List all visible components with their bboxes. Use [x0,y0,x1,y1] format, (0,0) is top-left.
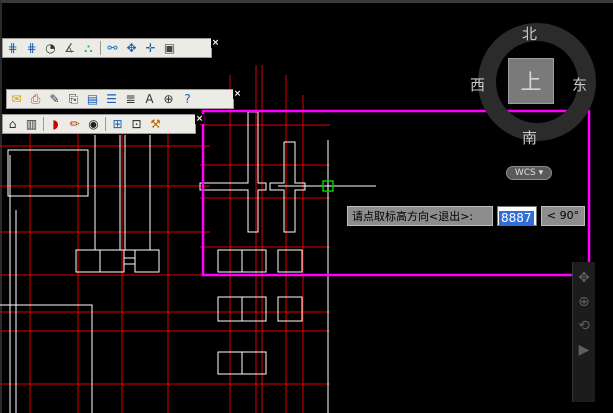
layer-icon[interactable]: ⛬ [80,40,97,57]
clip-icon[interactable]: ⎘ [65,91,82,108]
move-icon[interactable]: ✥ [123,40,140,57]
palette-icon[interactable]: ▣ [161,40,178,57]
toolbar-separator [43,117,44,131]
zoom-nav-icon[interactable]: ⊕ [573,294,595,310]
column-box [277,249,303,273]
showmotion-nav-icon[interactable]: ▶ [573,342,595,358]
toolbar-separator [100,41,101,55]
grid-snap-icon[interactable]: ⋕ [4,40,21,57]
elevation-input-value[interactable]: 8887 [499,211,534,226]
column-outline [94,135,121,251]
table-icon[interactable]: ▤ [84,91,101,108]
close-icon[interactable]: × [195,114,204,124]
compass-south-label[interactable]: 南 [522,127,537,148]
pan-nav-icon[interactable]: ✥ [573,270,595,286]
elevation-input[interactable]: 8887 [497,206,537,226]
orbit-nav-icon[interactable]: ⟲ [573,318,595,334]
text-icon[interactable]: A [141,91,158,108]
eye-icon[interactable]: ◉ [85,116,102,133]
frame-icon[interactable]: ⊡ [128,116,145,133]
dimension-circle-icon[interactable]: ◔ [42,40,59,57]
toolbar-separator [105,117,106,131]
grid-icon[interactable]: ⊞ [109,116,126,133]
angle-icon[interactable]: ∡ [61,40,78,57]
eraser-icon[interactable]: ◗ [47,116,64,133]
pen-icon[interactable]: ✏ [66,116,83,133]
grid-snap-2-icon[interactable]: ⋕ [23,40,40,57]
column-outline [269,141,306,233]
target-icon[interactable]: ⊕ [160,91,177,108]
angle-readout[interactable]: < 90° [541,206,585,226]
list-icon[interactable]: ☰ [103,91,120,108]
compass-north-label[interactable]: 北 [522,23,537,44]
help-icon[interactable]: ? [179,91,196,108]
column-box [99,249,125,273]
column-box [75,249,101,273]
building-icon[interactable]: ▥ [23,116,40,133]
envelope-icon[interactable]: ✉ [8,91,25,108]
tool-icon[interactable]: ⌂ [4,116,21,133]
column-box [134,249,160,273]
edit-icon[interactable]: ✎ [46,91,63,108]
wcs-menu[interactable]: WCS ▾ [506,166,552,180]
wall-outline [7,149,89,197]
link-icon[interactable]: ⚯ [104,40,121,57]
close-icon[interactable]: × [211,38,220,48]
toolbar-3: ⌂ ▥ ◗ ✏ ◉ ⊞ ⊡ ⚒ × [2,114,204,134]
pan-icon[interactable]: ✛ [142,40,159,57]
column-box [277,296,303,322]
viewcube-top-face[interactable]: 上 [508,58,554,104]
text-align-icon[interactable]: ≣ [122,91,139,108]
print-icon[interactable]: ⎙ [27,91,44,108]
brush-icon[interactable]: ⚒ [147,116,164,133]
compass-east-label[interactable]: 东 [572,74,587,95]
command-prompt: 请点取标高方向<退出>: [347,206,493,226]
navigation-bar: ✥ ⊕ ⟲ ▶ [572,262,595,402]
column-outline [124,135,151,251]
compass-west-label[interactable]: 西 [470,74,485,95]
toolbar-1: ⋕ ⋕ ◔ ∡ ⛬ ⚯ ✥ ✛ ▣ × [2,38,220,58]
white-structure [0,111,329,413]
toolbar-2: ✉ ⎙ ✎ ⎘ ▤ ☰ ≣ A ⊕ ? × [6,89,242,109]
close-icon[interactable]: × [233,89,242,99]
